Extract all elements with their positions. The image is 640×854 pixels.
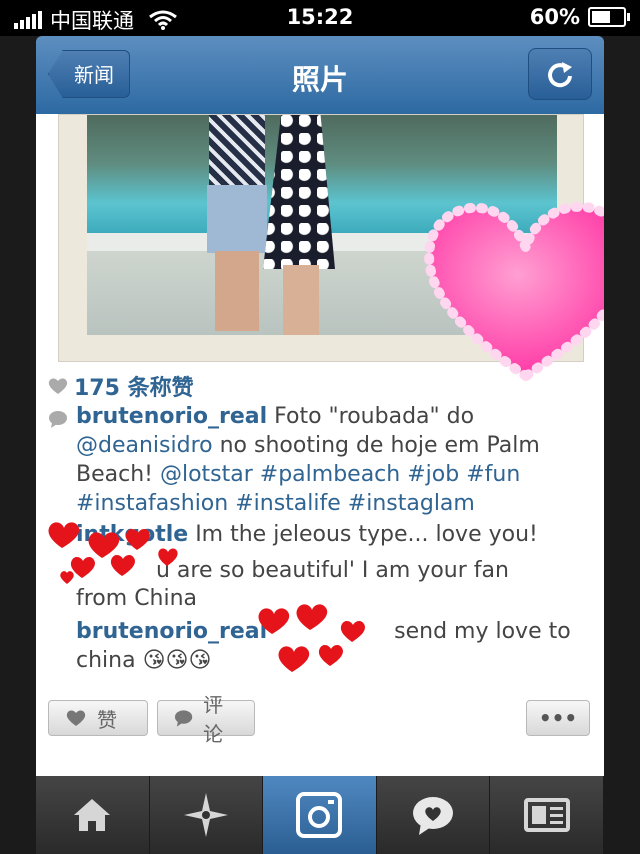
- post-caption: brutenorio_real Foto "roubada" do @deani…: [76, 402, 576, 518]
- heart-icon: [66, 710, 86, 726]
- refresh-icon: [548, 62, 572, 88]
- battery-percent: 60%: [529, 5, 580, 29]
- home-icon: [74, 799, 111, 831]
- page-title: 照片: [291, 63, 348, 96]
- man-legs: [215, 251, 259, 331]
- heart-icon: [48, 378, 68, 394]
- woman-figure: [263, 115, 335, 269]
- comment-label: 评论: [203, 693, 224, 746]
- explore-star-icon: [183, 793, 228, 837]
- red-hearts-sticker: [48, 522, 178, 584]
- tab-profile[interactable]: [490, 776, 604, 854]
- likes-label: 175 条称赞: [74, 376, 194, 401]
- comment-text: Im the jeleous type... love you!: [188, 522, 538, 547]
- post-detail: 175 条称赞 brutenorio_real Foto "roubada" d…: [36, 114, 604, 776]
- battery-icon: [588, 7, 630, 27]
- status-bar: 中国联通 15:22 60%: [0, 0, 640, 36]
- like-label: 赞: [97, 707, 117, 732]
- caption-text: no shooting de hoje em Palm: [212, 433, 540, 458]
- tab-bar: [36, 776, 604, 854]
- comment-bubble-icon: [49, 411, 67, 428]
- comment-text: u are so beautiful' I am your fan: [156, 558, 509, 583]
- refresh-button[interactable]: [528, 48, 592, 100]
- navigation-bar: 新闻 照片: [36, 36, 604, 114]
- hashtag-instalife[interactable]: #instalife: [235, 491, 341, 516]
- like-button[interactable]: 赞: [48, 700, 148, 736]
- hashtag-palmbeach[interactable]: #palmbeach: [260, 462, 400, 487]
- author-username[interactable]: brutenorio_real: [76, 404, 267, 429]
- pink-heart-sticker: [424, 201, 604, 383]
- likes-count[interactable]: 175 条称赞: [48, 370, 194, 402]
- mention-deanisidro[interactable]: @deanisidro: [76, 433, 213, 458]
- mention-lotstar[interactable]: @lotstar: [160, 462, 253, 487]
- hashtag-job[interactable]: #job: [407, 462, 459, 487]
- hashtag-instaglam[interactable]: #instaglam: [348, 491, 475, 516]
- more-label: •••: [538, 706, 578, 730]
- comment-text: from China: [76, 586, 198, 611]
- comment-text: china 😘😘😘: [76, 648, 212, 673]
- tab-home[interactable]: [36, 776, 150, 854]
- caption-text: Foto "roubada" do: [267, 404, 475, 429]
- tab-camera[interactable]: [263, 776, 377, 854]
- comment-bubble-icon: [174, 710, 193, 727]
- hashtag-instafashion[interactable]: #instafashion: [76, 491, 228, 516]
- red-hearts-sticker: [258, 604, 365, 672]
- hashtag-fun[interactable]: #fun: [466, 462, 520, 487]
- comment-button[interactable]: 评论: [157, 693, 255, 746]
- more-options-button[interactable]: •••: [526, 700, 590, 736]
- profile-card-icon: [523, 798, 570, 832]
- comment-text: send my love to: [387, 619, 571, 644]
- camera-icon: [296, 792, 343, 838]
- caption-text: Beach!: [76, 462, 160, 487]
- man-shorts: [207, 185, 267, 253]
- news-bubble-icon: [413, 797, 454, 835]
- comment-username[interactable]: brutenorio_real: [76, 619, 267, 644]
- woman-legs: [283, 265, 319, 335]
- tab-news[interactable]: [376, 776, 491, 854]
- man-figure: [209, 115, 265, 187]
- tab-explore[interactable]: [149, 776, 264, 854]
